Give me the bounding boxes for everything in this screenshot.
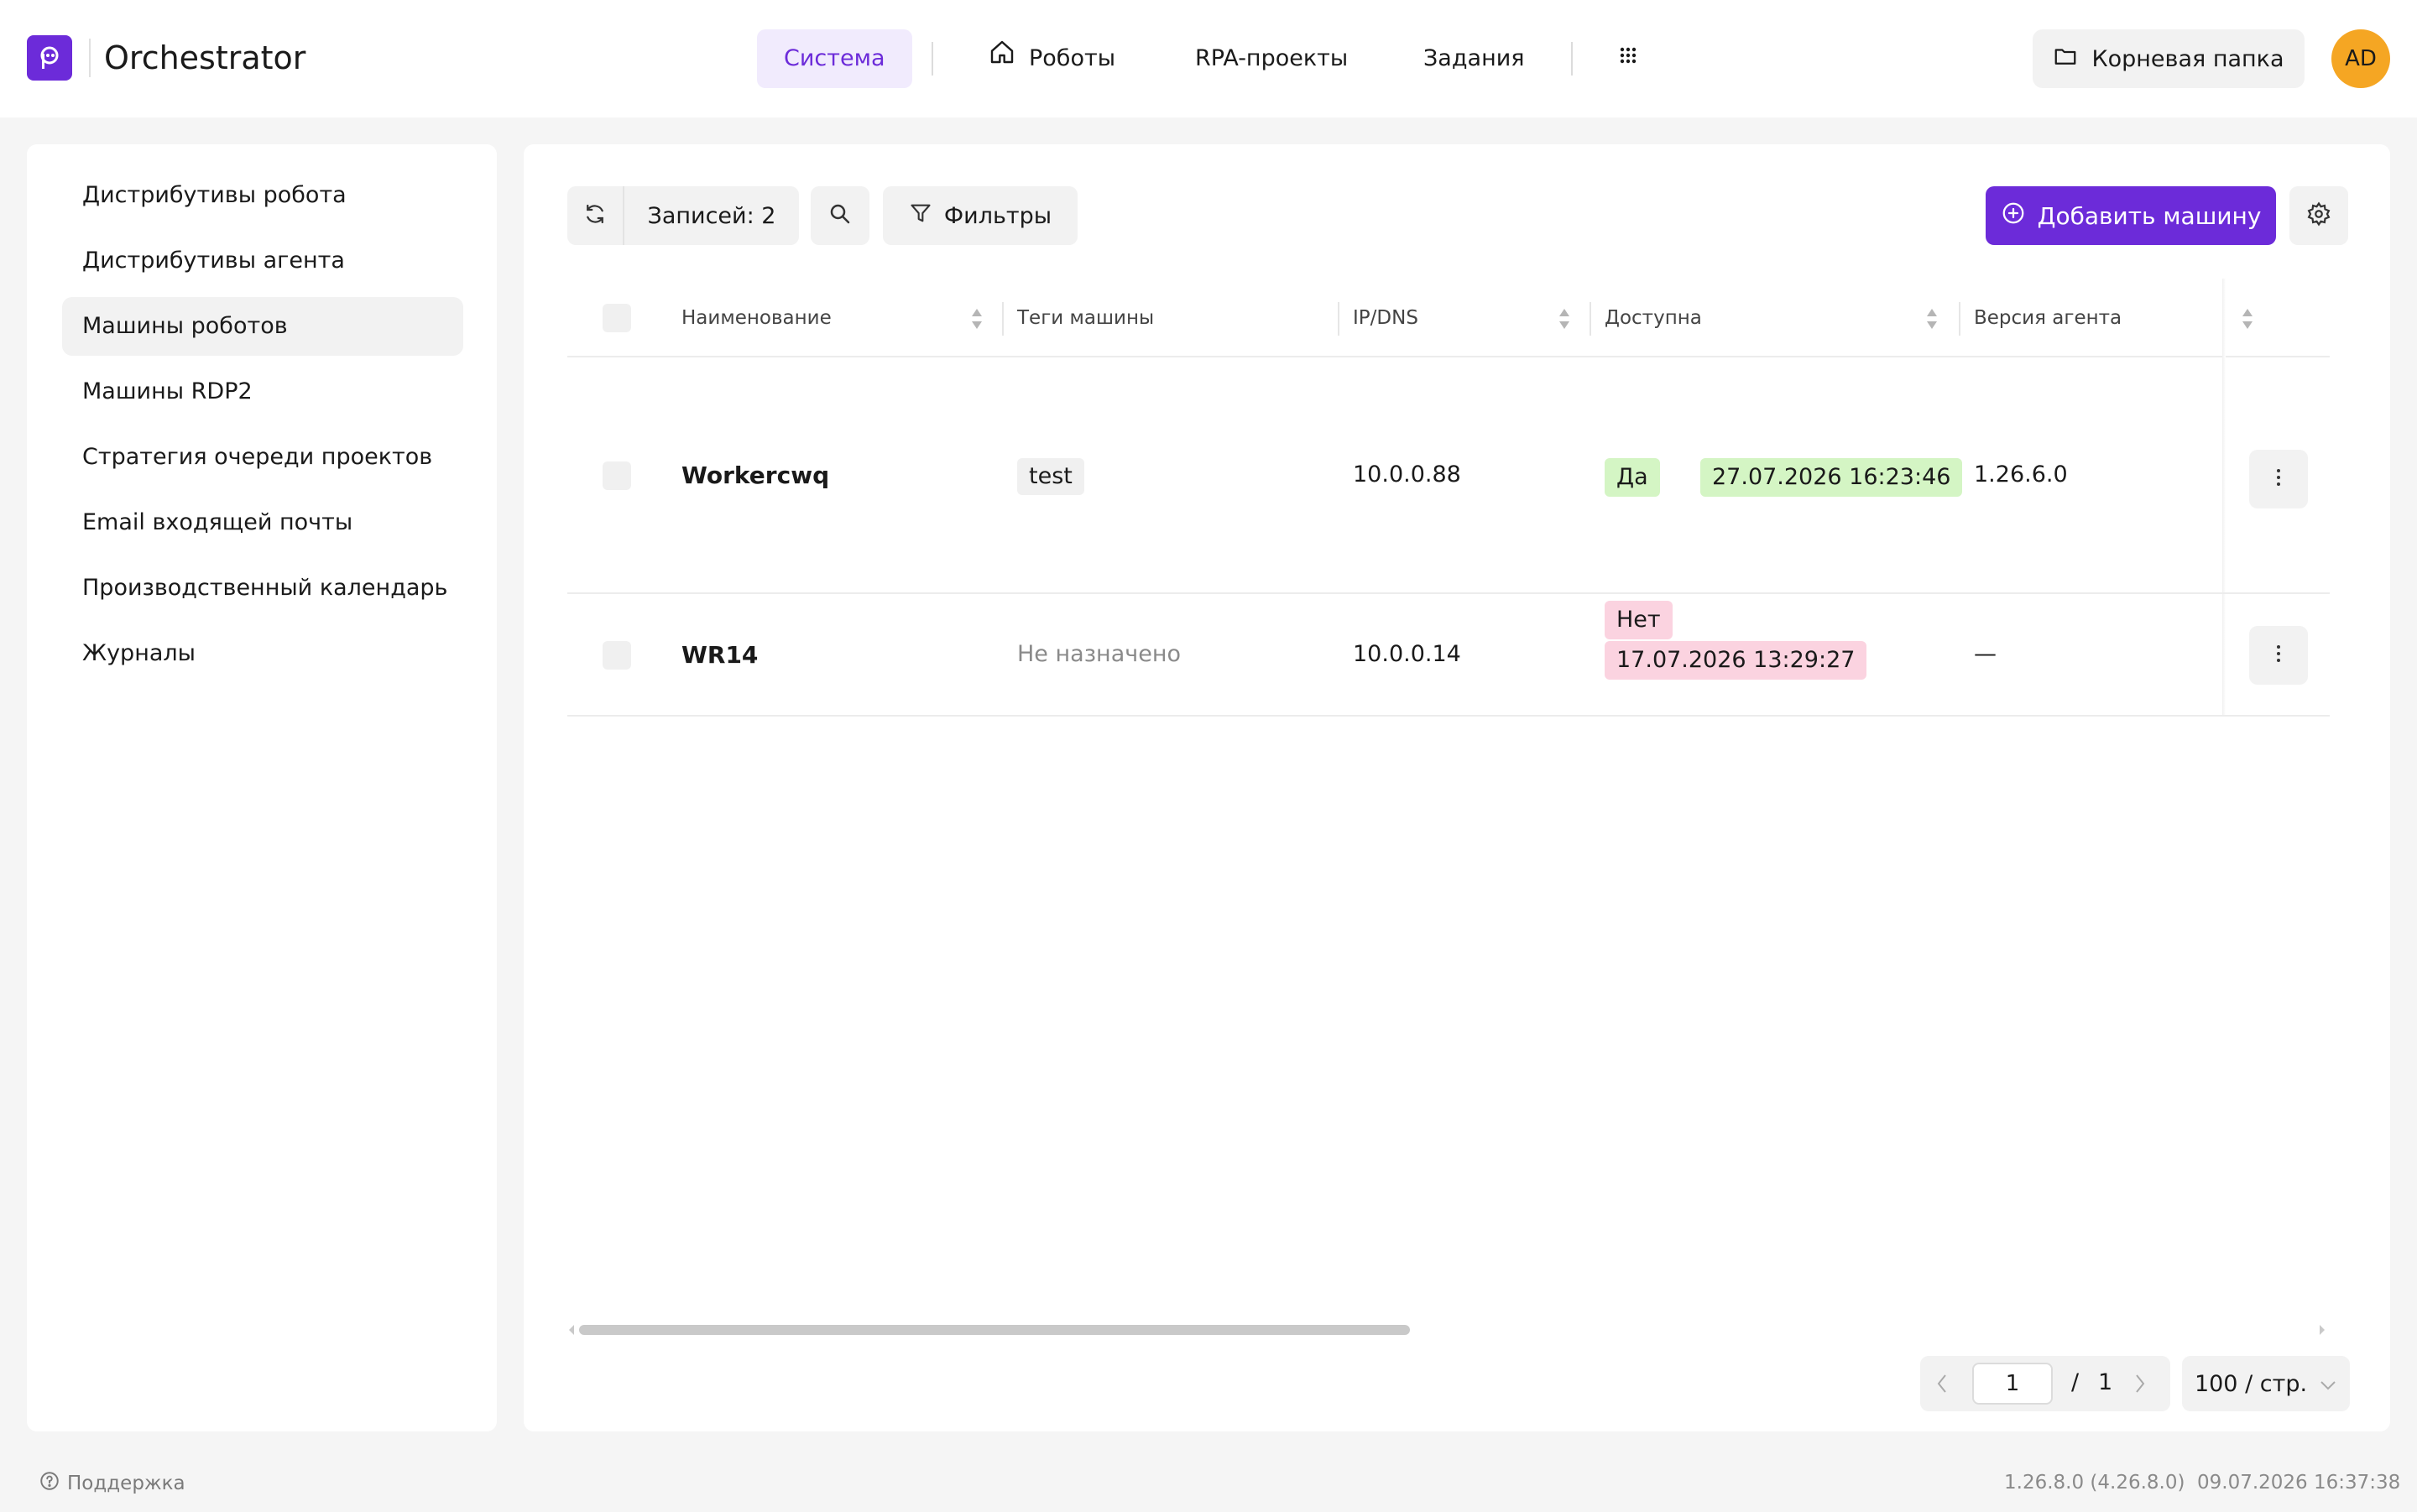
add-machine-label: Добавить машину [2037,201,2262,230]
sidebar-item-logs[interactable]: Журналы [62,624,463,683]
nav-system[interactable]: Система [757,29,912,88]
column-header-ip[interactable]: IP/DNS [1353,279,1418,357]
add-machine-button[interactable]: Добавить машину [1986,186,2276,245]
column-separator [1002,302,1004,336]
support-label: Поддержка [67,1473,185,1494]
sort-icon[interactable] [1558,307,1571,331]
app-version: 1.26.8.0 (4.26.8.0) [2004,1472,2185,1494]
logo-divider [89,39,91,77]
nav-tasks[interactable]: Задания [1396,29,1552,88]
nav-robots[interactable]: Роботы [962,29,1142,88]
sidebar-item-production-calendar[interactable]: Производственный календарь [62,559,463,618]
more-vertical-icon [2275,642,2282,670]
sort-icon[interactable] [970,307,984,331]
table-row[interactable]: WR14 Не назначено 10.0.0.14 Нет 17.07.20… [567,594,2330,717]
column-header-name[interactable]: Наименование [681,279,832,357]
plus-circle-icon [2001,201,2026,232]
gear-icon [2306,201,2331,230]
sidebar-item-robot-machines[interactable]: Машины роботов [62,297,463,356]
sidebar-item-robot-distributions[interactable]: Дистрибутивы робота [62,166,463,225]
nav-separator [1571,42,1573,76]
row-checkbox[interactable] [603,461,631,490]
column-separator [1590,302,1591,336]
machine-tag-empty: Не назначено [1017,641,1181,667]
apps-menu-button[interactable] [1601,29,1655,88]
chevron-down-icon [2319,1371,2337,1397]
nav-tasks-label: Задания [1423,45,1525,71]
support-link[interactable]: Поддержка [39,1470,185,1497]
machine-name[interactable]: Workercwq [681,461,829,489]
sidebar-item-queue-strategy[interactable]: Стратегия очереди проектов [62,428,463,487]
machine-ip: 10.0.0.88 [1353,461,1461,487]
page-size-select[interactable]: 100 / стр. [2182,1356,2350,1411]
sidebar-item-agent-distributions[interactable]: Дистрибутивы агента [62,232,463,290]
avatar[interactable]: AD [2331,29,2390,88]
page-number-input[interactable]: 1 [1972,1363,2053,1405]
refresh-button[interactable] [567,186,624,245]
row-checkbox[interactable] [603,641,631,670]
server-datetime: 09.07.2026 16:37:38 [2197,1472,2401,1494]
status-time-badge: 27.07.2026 16:23:46 [1700,458,1963,497]
column-separator [1959,302,1960,336]
filter-icon [909,201,932,231]
scrollbar-thumb[interactable] [579,1325,1410,1335]
more-vertical-icon [2275,466,2282,493]
scroll-right-icon[interactable] [2318,1324,2326,1336]
table-settings-button[interactable] [2289,186,2348,245]
sidebar-item-rdp2-machines[interactable]: Машины RDP2 [62,362,463,421]
column-header-tags[interactable]: Теги машины [1017,279,1154,357]
pagination: 1 / 1 [1920,1356,2170,1411]
filters-button[interactable]: Фильтры [883,186,1078,245]
agent-version: 1.26.6.0 [1974,461,2068,487]
top-header: Orchestrator Система Роботы RPA-проекты … [0,0,2417,117]
machine-name[interactable]: WR14 [681,641,758,669]
machine-ip: 10.0.0.14 [1353,641,1461,667]
page-size-label: 100 / стр. [2194,1370,2308,1397]
sidebar-item-incoming-email[interactable]: Email входящей почты [62,493,463,552]
main-panel: Записей: 2 Фильтры Добавить машину Наиме… [524,144,2390,1431]
table-row[interactable]: Workercwq test 10.0.0.88 Да 27.07.2026 1… [567,357,2330,594]
sort-icon[interactable] [2241,307,2254,331]
search-button[interactable] [811,186,869,245]
column-header-agent-version[interactable]: Версия агента [1974,279,2122,357]
search-icon [827,201,853,230]
logo-icon[interactable] [27,35,72,81]
apps-grid-icon [1618,29,1638,88]
records-count: Записей: 2 [647,202,776,229]
folder-icon [2053,44,2078,75]
row-actions-button[interactable] [2249,450,2308,508]
sidebar: Дистрибутивы робота Дистрибутивы агента … [27,144,497,1431]
nav-separator [932,42,933,76]
home-icon [989,29,1015,88]
nav-rpa-projects-label: RPA-проекты [1195,45,1349,71]
root-folder-button[interactable]: Корневая папка [2033,29,2305,88]
help-circle-icon [39,1470,60,1497]
horizontal-scrollbar[interactable] [567,1319,2330,1339]
nav-rpa-projects[interactable]: RPA-проекты [1168,29,1375,88]
agent-version: — [1974,641,1997,667]
records-toolbar-group: Записей: 2 [567,186,799,245]
status-time-badge: 17.07.2026 13:29:27 [1605,641,1867,680]
root-folder-label: Корневая папка [2091,45,2284,72]
app-title: Orchestrator [104,39,306,76]
nav-system-label: Система [784,45,885,71]
column-separator [1338,302,1339,336]
refresh-icon [582,201,608,230]
scroll-left-icon[interactable] [567,1324,576,1336]
select-all-checkbox[interactable] [603,304,631,332]
machine-tag: test [1017,458,1084,495]
chevron-left-icon[interactable] [1935,1373,1949,1398]
status-badge: Нет [1605,601,1673,639]
total-pages: 1 [2098,1369,2113,1395]
page-separator: / [2071,1369,2080,1395]
status-badge: Да [1605,458,1660,497]
machines-table: Наименование Теги машины IP/DNS Доступна… [567,279,2330,1269]
row-actions-button[interactable] [2249,626,2308,685]
chevron-right-icon[interactable] [2133,1373,2147,1398]
column-header-available[interactable]: Доступна [1605,279,1702,357]
sort-icon[interactable] [1925,307,1939,331]
table-header: Наименование Теги машины IP/DNS Доступна… [567,279,2330,357]
filters-label: Фильтры [943,202,1052,229]
nav-robots-label: Роботы [1029,45,1116,71]
